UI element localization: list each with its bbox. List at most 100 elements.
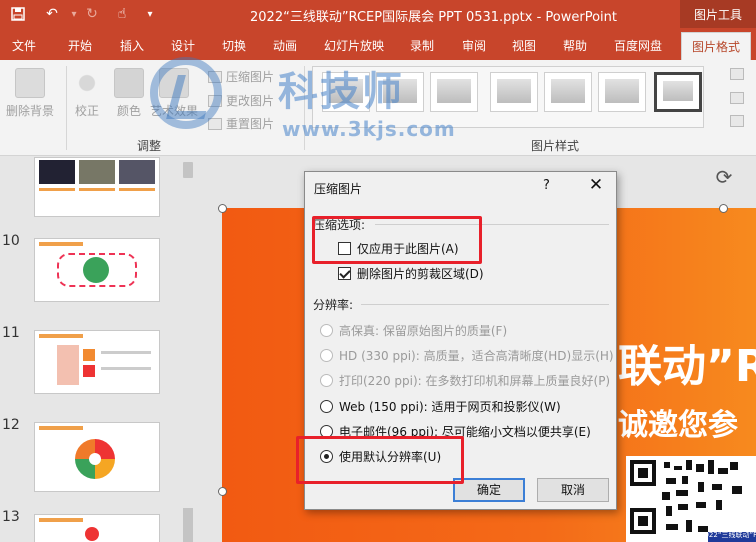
ok-button[interactable]: 确定	[453, 478, 525, 502]
artistic-effects-icon	[159, 68, 189, 98]
picture-style-thumb[interactable]	[598, 72, 646, 112]
resize-handle[interactable]	[218, 487, 227, 496]
slide-number: 11	[2, 325, 20, 341]
tab-help[interactable]: 帮助	[563, 37, 587, 54]
group-separator	[66, 66, 67, 150]
remove-background-button[interactable]: 删除背景	[6, 68, 54, 119]
tab-home[interactable]: 开始	[68, 37, 92, 54]
group-separator	[304, 66, 305, 150]
slide-thumbnail-12[interactable]	[34, 422, 160, 492]
undo-dropdown-icon[interactable]: ▾	[64, 4, 84, 24]
apply-only-this-checkbox-row[interactable]: 仅应用于此图片(A)	[338, 240, 459, 257]
slide-thumbnail-11[interactable]	[34, 330, 160, 394]
slide-panel-scrollbar[interactable]	[182, 157, 194, 542]
resolution-label: 分辨率:	[313, 298, 354, 312]
tab-file[interactable]: 文件	[12, 37, 36, 54]
tab-picture-format[interactable]: 图片格式	[681, 32, 752, 60]
delete-cropped-checkbox-row[interactable]: 删除图片的剪裁区域(D)	[338, 265, 484, 282]
tab-animations[interactable]: 动画	[273, 37, 297, 54]
scroll-up-arrow-icon[interactable]	[183, 162, 193, 178]
slide-number: 10	[2, 233, 20, 249]
resolution-option-print[interactable]: 打印(220 ppi): 在多数打印机和屏幕上质量良好(P)	[320, 372, 610, 389]
undo-icon[interactable]: ↶	[42, 4, 62, 24]
picture-layout-icon	[730, 115, 744, 127]
resolution-option-hd[interactable]: HD (330 ppi): 高质量，适合高清晰度(HD)显示(H)	[320, 347, 614, 364]
adjust-group-label: 调整	[137, 139, 162, 153]
reset-picture-button[interactable]: 重置图片	[208, 115, 274, 132]
picture-style-thumb[interactable]	[322, 72, 370, 112]
artistic-effects-button[interactable]: 艺术效果	[150, 68, 198, 119]
divider	[361, 304, 609, 305]
slide-subheading-text: 诚邀您参	[618, 408, 738, 443]
tab-view[interactable]: 视图	[512, 37, 536, 54]
radio-button[interactable]	[320, 374, 333, 387]
slide-thumbnail-9[interactable]	[34, 157, 160, 217]
slide-number: 13	[2, 509, 20, 525]
change-picture-icon	[208, 94, 222, 107]
compress-options-label: 压缩选项:	[313, 218, 366, 232]
compress-pictures-dialog: 压缩图片 ? ✕ 压缩选项: 仅应用于此图片(A) 删除图片的剪裁区域(D) 分…	[304, 171, 617, 510]
slide-thumbnail-10[interactable]	[34, 238, 160, 302]
slide-number: 12	[2, 417, 20, 433]
touch-mode-icon[interactable]: ☝	[112, 4, 132, 24]
tab-review[interactable]: 审阅	[462, 37, 486, 54]
save-icon[interactable]	[8, 4, 28, 24]
tab-slideshow[interactable]: 幻灯片放映	[324, 37, 384, 54]
picture-style-thumb[interactable]	[544, 72, 592, 112]
resolution-option-high-fidelity[interactable]: 高保真: 保留原始图片的质量(F)	[320, 322, 507, 339]
picture-style-thumb[interactable]	[430, 72, 478, 112]
close-button[interactable]: ✕	[585, 174, 607, 196]
title-bar: ↶ ▾ ↻ ☝ ▾ 2022“三线联动”RCEP国际展会 PPT 0531.pp…	[0, 0, 756, 28]
radio-button[interactable]	[320, 349, 333, 362]
slide-heading-text: 联动”R	[618, 341, 756, 392]
tab-transitions[interactable]: 切换	[222, 37, 246, 54]
tab-baidu-netdisk[interactable]: 百度网盘	[614, 37, 662, 54]
customize-quick-access-icon[interactable]: ▾	[140, 4, 160, 24]
color-icon	[114, 68, 144, 98]
resolution-option-email[interactable]: 电子邮件(96 ppi): 尽可能缩小文档以便共享(E)	[320, 423, 591, 440]
radio-button[interactable]	[320, 324, 333, 337]
sun-icon	[72, 68, 102, 98]
resize-handle[interactable]	[719, 204, 728, 213]
tab-insert[interactable]: 插入	[120, 37, 144, 54]
scrollbar-thumb[interactable]	[183, 508, 193, 542]
ribbon-tabs: 文件 开始 插入 设计 切换 动画 幻灯片放映 录制 审阅 视图 帮助 百度网盘…	[0, 28, 756, 60]
document-title: 2022“三线联动”RCEP国际展会 PPT 0531.pptx - Power…	[250, 10, 618, 25]
divider	[375, 224, 609, 225]
picture-style-thumb[interactable]	[490, 72, 538, 112]
apply-only-this-checkbox[interactable]	[338, 242, 351, 255]
color-button[interactable]: 颜色	[114, 68, 144, 119]
rotate-handle-icon[interactable]: ⟳	[712, 165, 736, 189]
radio-button[interactable]	[320, 450, 333, 463]
dialog-title: 压缩图片	[314, 182, 363, 196]
tab-record[interactable]: 录制	[410, 37, 434, 54]
picture-style-thumb[interactable]	[654, 72, 702, 112]
picture-style-thumb[interactable]	[376, 72, 424, 112]
ribbon: 删除背景 校正 颜色 艺术效果 压缩图片 更改图片 重置图片 调整 图片样式	[0, 60, 756, 156]
radio-button[interactable]	[320, 400, 333, 413]
picture-styles-group-label: 图片样式	[531, 139, 580, 153]
picture-effects-icon	[730, 92, 744, 104]
resolution-option-default[interactable]: 使用默认分辨率(U)	[320, 448, 441, 465]
redo-icon[interactable]: ↻	[82, 4, 102, 24]
compress-icon	[208, 70, 222, 83]
qr-caption: 2022“三线联动”RCE	[700, 531, 756, 539]
reset-picture-icon	[208, 117, 222, 130]
picture-layout-button[interactable]	[730, 115, 744, 127]
delete-cropped-checkbox[interactable]	[338, 267, 351, 280]
resolution-option-web[interactable]: Web (150 ppi): 适用于网页和投影仪(W)	[320, 398, 561, 415]
help-button[interactable]: ?	[543, 178, 550, 193]
slide-thumbnail-13[interactable]	[34, 514, 160, 542]
remove-background-icon	[15, 68, 45, 98]
picture-border-button[interactable]	[730, 68, 744, 80]
change-picture-button[interactable]: 更改图片	[208, 92, 274, 109]
picture-tools-context-label: 图片工具	[680, 0, 756, 28]
radio-button[interactable]	[320, 425, 333, 438]
corrections-button[interactable]: 校正	[72, 68, 102, 119]
cancel-button[interactable]: 取消	[537, 478, 609, 502]
picture-effects-button[interactable]	[730, 92, 744, 104]
picture-border-icon	[730, 68, 744, 80]
compress-pictures-button[interactable]: 压缩图片	[208, 68, 274, 85]
resize-handle[interactable]	[218, 204, 227, 213]
tab-design[interactable]: 设计	[171, 37, 195, 54]
